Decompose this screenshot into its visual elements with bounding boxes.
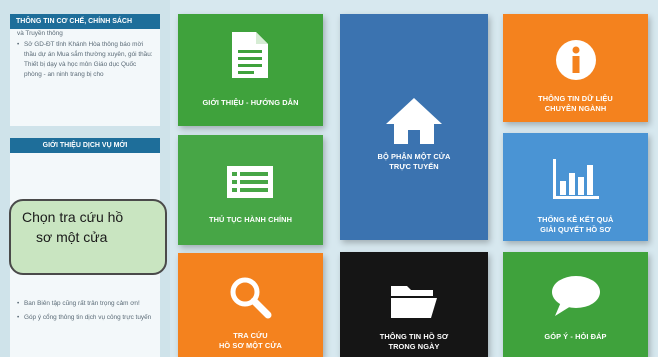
bar-chart-icon <box>553 159 599 199</box>
lookup-records-line1: TRA CỨU <box>233 331 268 340</box>
daily-records-line1: THÔNG TIN HỒ SƠ <box>379 332 449 341</box>
admin-procedures-label: THỦ TỤC HÀNH CHÍNH <box>208 215 293 224</box>
daily-records-line2: TRONG NGÀY <box>388 342 440 351</box>
statistics-line1: THỐNG KÊ KẾT QUẢ <box>537 215 614 224</box>
feedback-qa-tile[interactable]: GÓP Ý - HỎI ĐÁP <box>503 252 648 357</box>
specialized-data-line1: THÔNG TIN DỮ LIỆU <box>538 94 613 103</box>
intro-guide-label: GIỚI THIỆU - HƯỚNG DẪN <box>202 98 299 107</box>
one-stop-line2: TRỰC TUYẾN <box>389 162 439 171</box>
one-stop-online-tile[interactable]: BỘ PHẬN MỘT CỬA TRỰC TUYẾN <box>340 14 488 240</box>
info-icon <box>556 40 596 80</box>
news-item[interactable]: Góp ý cổng thông tin dịch vụ công trực t… <box>17 313 153 323</box>
speech-bubble-icon <box>552 276 600 316</box>
folder-icon <box>391 286 437 318</box>
list-form-icon <box>227 166 273 198</box>
admin-procedures-tile[interactable]: THỦ TỤC HÀNH CHÍNH <box>178 135 323 245</box>
home-icon <box>386 98 442 144</box>
statistics-tile[interactable]: THỐNG KÊ KẾT QUẢ GIẢI QUYẾT HỒ SƠ <box>503 133 648 241</box>
feedback-qa-label: GÓP Ý - HỎI ĐÁP <box>544 332 607 341</box>
annotation-line1: Chọn tra cứu hồ <box>22 209 124 225</box>
statistics-line2: GIẢI QUYẾT HỒ SƠ <box>540 225 611 234</box>
one-stop-line1: BỘ PHẬN MỘT CỬA <box>377 152 451 161</box>
annotation-text: Chọn tra cứu hồ sơ một cửa <box>22 207 162 247</box>
lookup-records-tile[interactable]: TRA CỨU HỒ SƠ MỘT CỬA <box>178 253 323 357</box>
policy-news-title: THÔNG TIN CƠ CHẾ, CHÍNH SÁCH <box>10 14 160 29</box>
lookup-records-line2: HỒ SƠ MỘT CỬA <box>218 341 282 350</box>
news-item[interactable]: Sở GD-ĐT tỉnh Khánh Hòa thông báo mời th… <box>17 40 153 80</box>
specialized-data-tile[interactable]: THÔNG TIN DỮ LIỆU CHUYÊN NGÀNH <box>503 14 648 122</box>
news-item[interactable]: Ban Biên tập cũng rất trân trọng cảm ơn! <box>17 299 153 309</box>
magnifier-icon <box>230 277 272 319</box>
daily-records-tile[interactable]: THÔNG TIN HỒ SƠ TRONG NGÀY <box>340 252 488 357</box>
annotation-line2: sơ một cửa <box>36 229 108 245</box>
specialized-data-line2: CHUYÊN NGÀNH <box>544 104 607 113</box>
new-services-title: GIỚI THIỆU DỊCH VỤ MỚI <box>10 138 160 153</box>
policy-news-subtitle[interactable]: và Truyền thông <box>10 29 160 38</box>
document-icon <box>232 32 268 78</box>
intro-guide-tile[interactable]: GIỚI THIỆU - HƯỚNG DẪN <box>178 14 323 126</box>
policy-news-panel: THÔNG TIN CƠ CHẾ, CHÍNH SÁCH và Truyền t… <box>10 14 160 126</box>
